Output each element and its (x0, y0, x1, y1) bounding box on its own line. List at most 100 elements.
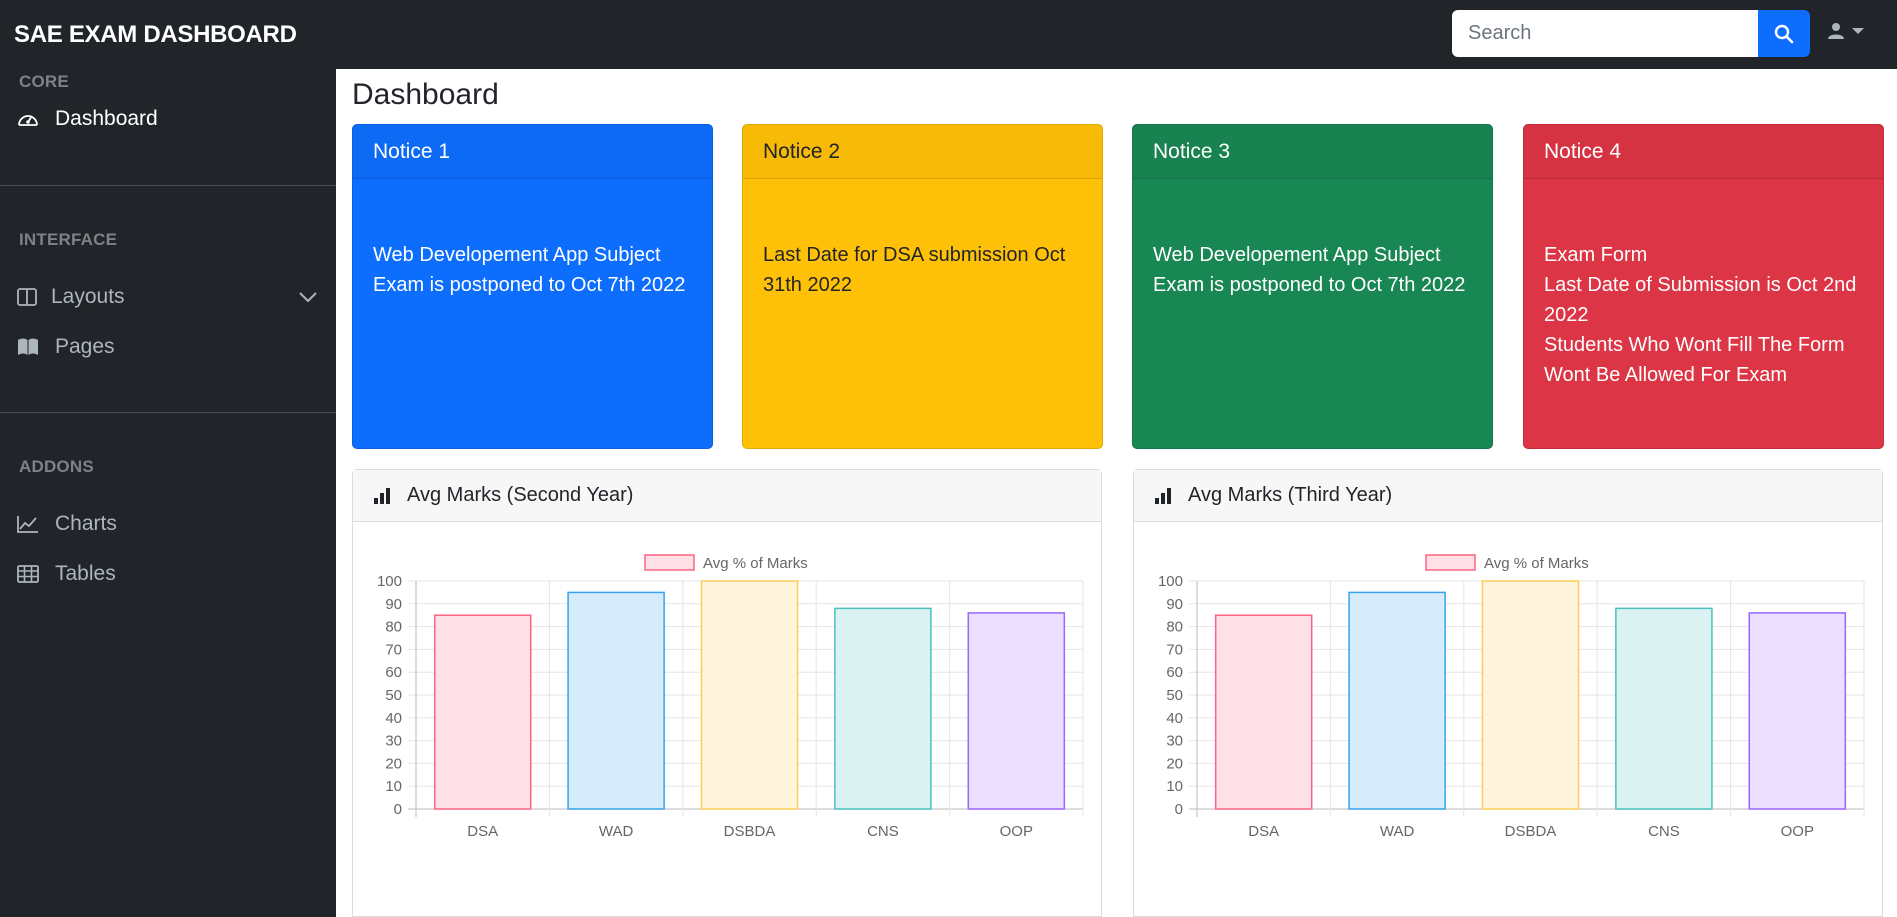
search-icon (1774, 24, 1794, 43)
y-tick-label: 20 (1166, 755, 1183, 772)
notice-card-4: Notice 4 Exam Form Last Date of Submissi… (1523, 124, 1884, 449)
chevron-down-icon (1852, 28, 1864, 34)
notice-title: Notice 1 (353, 125, 712, 179)
y-tick-label: 100 (377, 573, 402, 590)
search-input[interactable] (1452, 10, 1758, 57)
chart-card-third-year: Avg Marks (Third Year) Avg % of Marks 0 10… (1133, 469, 1883, 917)
notice-body: Web Developement App Subject Exam is pos… (1133, 179, 1492, 300)
chart-header: Avg Marks (Third Year) (1134, 470, 1882, 522)
x-tick-label: CNS (1648, 823, 1680, 840)
chart-legend: Avg % of Marks (644, 554, 808, 572)
bar-cns (834, 607, 932, 810)
sidebar-item-dashboard[interactable]: Dashboard (17, 107, 317, 131)
columns-icon (17, 288, 43, 306)
y-tick-label: 60 (385, 664, 402, 681)
bar-cns (1615, 607, 1713, 810)
bar-oop (967, 612, 1066, 810)
chart-title: Avg Marks (Third Year) (1188, 484, 1393, 506)
top-navbar: SAE EXAM DASHBOARD (0, 0, 1897, 69)
sidebar-item-label: Charts (55, 512, 117, 535)
notice-card-3: Notice 3 Web Developement App Subject Ex… (1132, 124, 1493, 449)
x-tick-label: WAD (1380, 823, 1415, 840)
x-tick-label: WAD (599, 823, 634, 840)
y-tick-label: 10 (1166, 778, 1183, 795)
x-tick-label: CNS (867, 823, 899, 840)
y-tick-label: 80 (385, 619, 402, 636)
x-tick-label: DSA (467, 823, 498, 840)
x-tick-label: DSBDA (1505, 823, 1557, 840)
notice-body: Exam Form Last Date of Submission is Oct… (1524, 179, 1883, 390)
sidebar-item-pages[interactable]: Pages (17, 335, 317, 359)
notice-text: Students Who Wont Fill The Form Wont Be … (1544, 334, 1845, 386)
sidebar-item-label: Pages (55, 335, 115, 358)
sidebar-divider (0, 185, 336, 186)
bar-dsbda (700, 580, 799, 810)
y-tick-label: 60 (1166, 664, 1183, 681)
chart-line-icon (17, 515, 43, 533)
y-tick-label: 90 (1166, 596, 1183, 613)
y-tick-label: 70 (385, 641, 402, 658)
search-button[interactable] (1758, 10, 1810, 57)
notice-title: Notice 2 (743, 125, 1102, 179)
y-tick-label: 50 (1166, 687, 1183, 704)
y-tick-label: 100 (1158, 573, 1183, 590)
bar-wad (567, 591, 665, 810)
sidebar-item-layouts[interactable]: Layouts (17, 285, 317, 309)
brand-title[interactable]: SAE EXAM DASHBOARD (0, 21, 297, 49)
sidebar-item-label: Layouts (51, 285, 125, 308)
bar-chart: Avg % of Marks 0 10 20 30 40 50 60 70 80 90 100 DSA W… (377, 554, 1084, 840)
legend-swatch (644, 554, 695, 571)
speedometer-icon (17, 110, 43, 128)
sidebar-heading-interface: INTERFACE (19, 230, 118, 249)
notice-text: Last Date for DSA submission Oct 31th 20… (763, 244, 1066, 296)
y-tick-label: 80 (1166, 619, 1183, 636)
y-tick-label: 90 (385, 596, 402, 613)
notice-text: Web Developement App Subject Exam is pos… (373, 244, 686, 296)
y-tick-label: 40 (385, 710, 402, 727)
sidebar-item-charts[interactable]: Charts (17, 512, 317, 536)
bar-chart-icon (373, 487, 391, 504)
x-tick-label: OOP (1000, 823, 1033, 840)
sidebar-item-label: Dashboard (55, 107, 158, 130)
y-tick-label: 40 (1166, 710, 1183, 727)
notice-text: Web Developement App Subject Exam is pos… (1153, 244, 1466, 296)
y-tick-label: 30 (385, 733, 402, 750)
legend-label: Avg % of Marks (703, 555, 808, 572)
y-tick-label: 50 (385, 687, 402, 704)
sidebar-heading-addons: ADDONS (19, 457, 94, 476)
sidebar-item-label: Tables (55, 562, 116, 585)
sidebar: CORE Dashboard INTERFACE Layouts Pages A… (0, 69, 336, 917)
user-menu-dropdown[interactable] (1828, 22, 1864, 40)
notice-card-2: Notice 2 Last Date for DSA submission Oc… (742, 124, 1103, 449)
y-tick-label: 70 (1166, 641, 1183, 658)
notice-text: Exam Form (1544, 244, 1648, 266)
bar-chart-icon (1154, 487, 1172, 504)
book-icon (17, 338, 43, 356)
legend-label: Avg % of Marks (1484, 555, 1589, 572)
sidebar-divider (0, 412, 336, 413)
y-tick-label: 20 (385, 755, 402, 772)
notice-title: Notice 4 (1524, 125, 1883, 179)
y-tick-label: 0 (394, 801, 402, 818)
bar-wad (1348, 591, 1446, 810)
chart-legend: Avg % of Marks (1425, 554, 1589, 572)
x-tick-label: OOP (1781, 823, 1814, 840)
notice-text: Last Date of Submission is Oct 2nd 2022 (1544, 274, 1857, 326)
bar-oop (1748, 612, 1847, 810)
y-tick-label: 10 (385, 778, 402, 795)
bar-dsa (433, 614, 532, 810)
notice-body: Last Date for DSA submission Oct 31th 20… (743, 179, 1102, 300)
bar-dsa (1214, 614, 1313, 810)
x-tick-label: DSBDA (724, 823, 776, 840)
chart-title: Avg Marks (Second Year) (407, 484, 634, 506)
chevron-down-icon[interactable] (299, 285, 317, 309)
bar-chart: Avg % of Marks 0 10 20 30 40 50 60 70 80 90 100 DSA W… (1158, 554, 1865, 840)
notice-body: Web Developement App Subject Exam is pos… (353, 179, 712, 300)
notice-title: Notice 3 (1133, 125, 1492, 179)
chart-header: Avg Marks (Second Year) (353, 470, 1101, 522)
page-title: Dashboard (352, 78, 499, 111)
sidebar-item-tables[interactable]: Tables (17, 562, 317, 586)
x-tick-label: DSA (1248, 823, 1279, 840)
chart-card-second-year: Avg Marks (Second Year) Avg % of Marks 0 1… (352, 469, 1102, 917)
bar-dsbda (1481, 580, 1580, 810)
